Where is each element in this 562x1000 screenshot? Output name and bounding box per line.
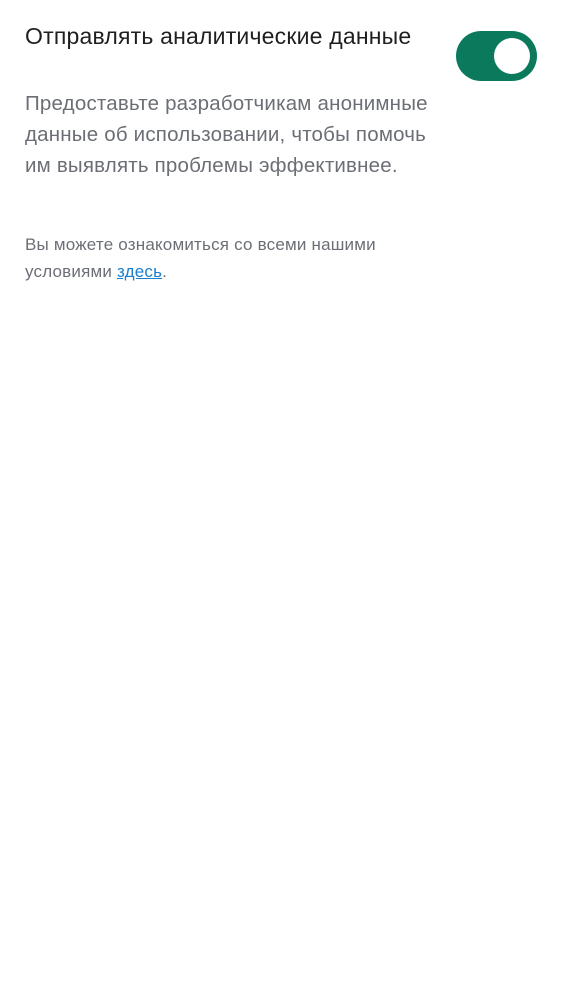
terms-prefix: Вы можете ознакомиться со всеми нашими у… — [25, 235, 376, 281]
terms-suffix: . — [162, 262, 168, 281]
toggle-knob — [494, 38, 530, 74]
setting-title: Отправлять аналитические данные — [25, 23, 412, 49]
terms-link[interactable]: здесь — [117, 262, 162, 281]
analytics-toggle[interactable] — [456, 31, 537, 81]
terms-text: Вы можете ознакомиться со всеми нашими у… — [25, 231, 465, 285]
setting-description: Предоставьте разработчикам анонимные дан… — [25, 92, 428, 177]
